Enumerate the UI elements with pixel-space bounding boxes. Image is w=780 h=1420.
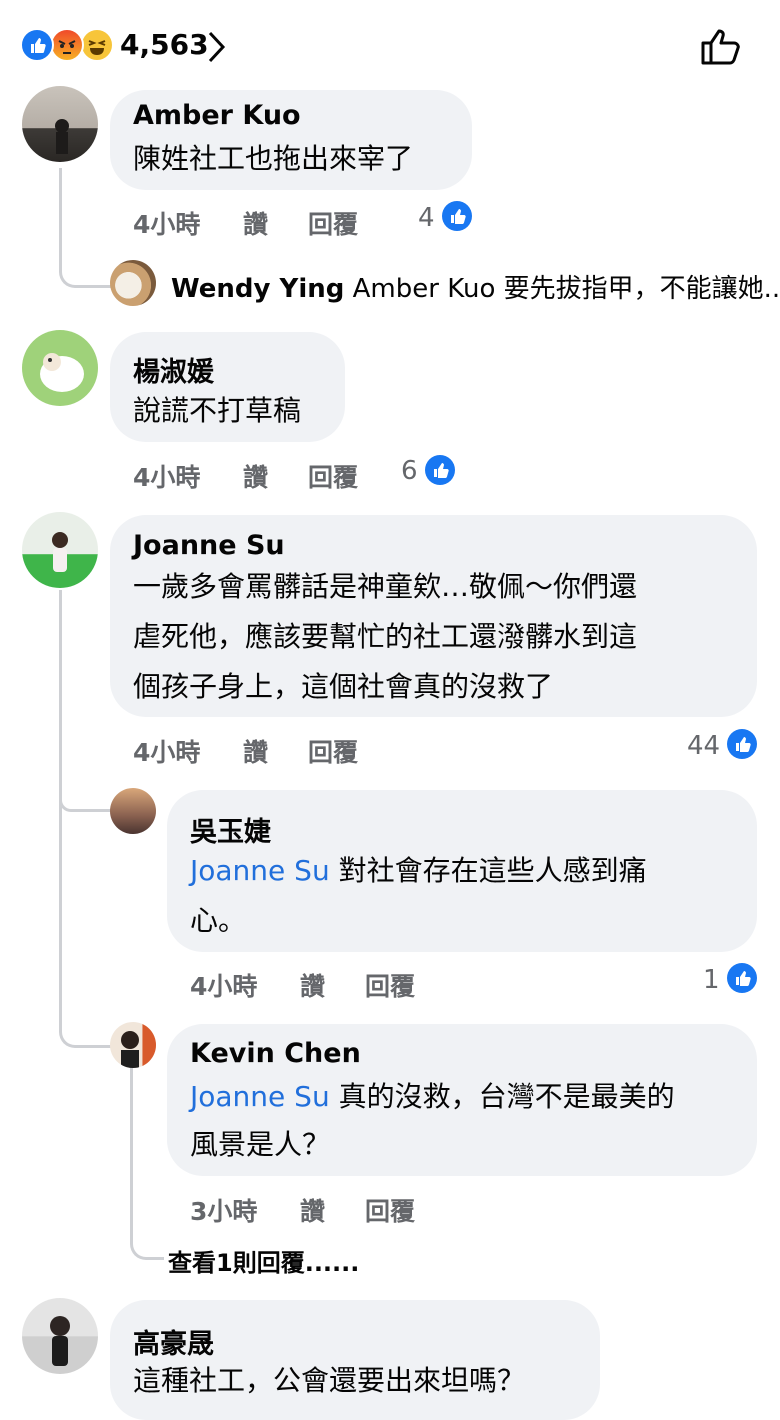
reply-link[interactable]: 回覆 [365,1192,415,1228]
angry-icon [50,28,84,62]
reply-time[interactable]: 3小時 [190,1192,257,1228]
reply-time[interactable]: 4小時 [190,967,257,1003]
thread-connector [130,1068,164,1260]
like-icon [727,963,757,993]
thread-connector [59,805,111,1048]
comment-author[interactable]: Amber Kuo [133,100,301,131]
reply-author[interactable]: Kevin Chen [190,1038,361,1069]
comment-time[interactable]: 4小時 [133,205,200,241]
view-more-replies-link[interactable]: 查看1則回覆...... [168,1243,359,1278]
like-icon [442,201,472,231]
reactions-bar[interactable]: 4,563 [0,0,780,92]
like-icon [20,28,54,62]
reply-link[interactable]: 回覆 [308,733,358,769]
avatar[interactable] [22,330,98,406]
reply-link[interactable]: 回覆 [308,458,358,494]
like-link[interactable]: 讚 [300,967,325,1003]
like-count[interactable]: 44 [687,731,720,761]
reply-text-line: 風景是人？ [190,1128,331,1161]
comment-time[interactable]: 4小時 [133,733,200,769]
reply-author[interactable]: Wendy Ying [171,274,344,304]
mention-link[interactable]: Joanne Su [190,854,330,887]
reply-text: Joanne Su 對社會存在這些人感到痛 [190,846,647,896]
avatar[interactable] [110,1022,156,1068]
reaction-count[interactable]: 4,563 [120,28,209,61]
avatar[interactable] [22,512,98,588]
comment-author[interactable]: Joanne Su [133,530,285,561]
like-link[interactable]: 讚 [300,1192,325,1228]
thread-line [59,590,62,805]
mention-link[interactable]: Joanne Su [190,1080,330,1113]
comment-author[interactable]: 楊淑媛 [133,350,214,389]
comment-text-line: 個孩子身上，這個社會真的沒救了 [133,670,554,703]
like-button-icon[interactable] [700,26,744,70]
reply-link[interactable]: 回覆 [308,205,358,241]
like-link[interactable]: 讚 [243,733,268,769]
comment-time[interactable]: 4小時 [133,458,200,494]
reply-text-line: 心。 [190,904,247,937]
like-link[interactable]: 讚 [243,205,268,241]
comment-text-line: 虐死他，應該要幫忙的社工還潑髒水到這 [133,620,638,653]
reply-preview: Amber Kuo 要先拔指甲，不能讓她... [352,274,780,304]
reply-text-line: 真的沒救，台灣不是最美的 [329,1080,675,1113]
avatar[interactable] [110,260,156,306]
like-count[interactable]: 4 [418,203,435,233]
reply-text-line: 對社會存在這些人感到痛 [329,854,647,887]
avatar[interactable] [110,788,156,834]
reply-link[interactable]: 回覆 [365,967,415,1003]
comment-text-line: 一歲多會罵髒話是神童欸…敬佩～你們還 [133,570,638,603]
haha-icon [80,28,114,62]
like-icon [425,455,455,485]
chevron-right-icon[interactable] [206,30,228,68]
reply-author[interactable]: 吳玉婕 [190,810,271,849]
comment-text: 說謊不打草稿 [133,394,302,427]
like-count[interactable]: 1 [703,965,720,995]
like-link[interactable]: 讚 [243,458,268,494]
comment-text: 陳姓社工也拖出來宰了 [133,142,414,175]
avatar[interactable] [22,1298,98,1374]
collapsed-reply[interactable]: Wendy Ying Amber Kuo 要先拔指甲，不能讓她... [171,268,780,305]
avatar[interactable] [22,86,98,162]
like-count[interactable]: 6 [401,456,418,486]
like-icon [727,729,757,759]
reply-text: Joanne Su 真的沒救，台灣不是最美的 [190,1072,675,1122]
thread-connector [59,168,111,288]
